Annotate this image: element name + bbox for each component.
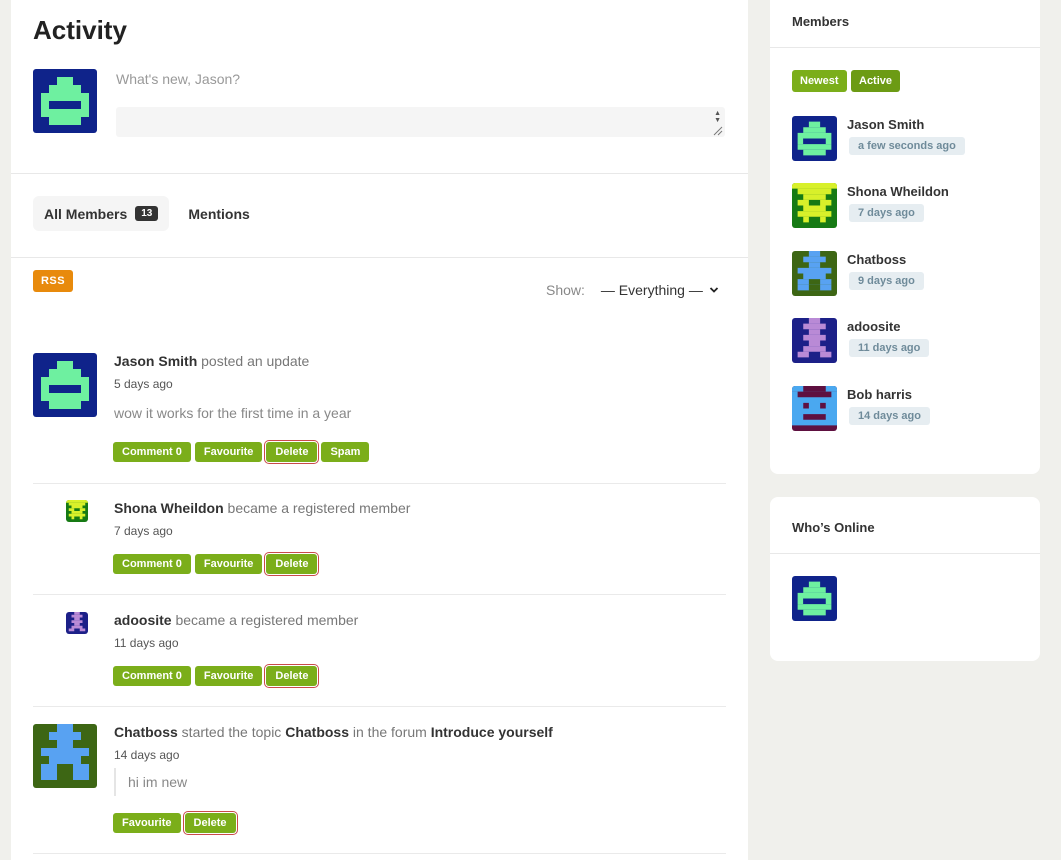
activity-separator <box>33 706 726 707</box>
section-divider <box>11 257 748 258</box>
rss-feed-link[interactable]: RSS <box>33 270 73 292</box>
show-label: Show: <box>546 282 585 298</box>
whats-new-prompt: What's new, Jason? <box>116 71 241 87</box>
activity-timestamp[interactable]: 14 days ago <box>114 748 179 762</box>
user-link[interactable]: Jason Smith <box>114 353 197 369</box>
member-list-item: Bob harris 14 days ago <box>792 386 1032 432</box>
activity-content: wow it works for the first time in a yea… <box>114 405 352 421</box>
delete-button[interactable]: Delete <box>266 554 318 574</box>
user-avatar[interactable] <box>33 724 97 788</box>
textarea-spinner-icon: ▲ ▼ <box>714 110 721 124</box>
activity-main-panel: Activity What's new, Jason? ▲ ▼ All Membe… <box>11 0 748 860</box>
user-link[interactable]: adoosite <box>114 612 172 628</box>
activity-action: became a registered member <box>171 612 359 628</box>
page-title: Activity <box>33 15 127 45</box>
whos-online-widget: Who’s Online <box>770 497 1040 661</box>
member-name[interactable]: Shona Wheildon <box>847 184 949 199</box>
favourite-button[interactable]: Favourite <box>194 666 263 686</box>
activity-timestamp[interactable]: 11 days ago <box>114 636 179 650</box>
member-list-item: adoosite 11 days ago <box>792 318 1032 364</box>
activity-buttons: Comment 0 Favourite Delete <box>113 554 318 574</box>
members-widget: Members Newest Active Jason Smith a few … <box>770 0 1040 474</box>
resize-grip-icon[interactable] <box>713 126 723 136</box>
user-link[interactable]: Chatboss <box>114 724 178 740</box>
activity-action: posted an update <box>197 353 310 369</box>
show-filter: Show: — Everything — <box>546 282 719 298</box>
member-active-time: 9 days ago <box>849 272 924 290</box>
favourite-button[interactable]: Favourite <box>194 554 263 574</box>
widget-divider <box>770 47 1040 48</box>
tab-label: All Members <box>44 205 128 222</box>
show-filter-select[interactable]: — Everything — <box>601 282 719 298</box>
activity-separator <box>33 594 726 595</box>
comment-button[interactable]: Comment 0 <box>113 666 191 686</box>
member-name[interactable]: adoosite <box>847 319 900 334</box>
activity-separator <box>33 853 726 854</box>
activity-header: adoosite became a registered member <box>114 612 358 628</box>
activity-timestamp[interactable]: 5 days ago <box>114 377 173 391</box>
activity-separator <box>33 483 726 484</box>
member-avatar[interactable] <box>792 183 837 228</box>
tab-all-members[interactable]: All Members 13 <box>33 196 170 231</box>
delete-button[interactable]: Delete <box>266 666 318 686</box>
member-active-time: 14 days ago <box>849 407 930 425</box>
delete-button[interactable]: Delete <box>266 442 318 462</box>
section-divider <box>11 173 748 174</box>
online-user-avatar[interactable] <box>792 576 837 621</box>
filter-newest-button[interactable]: Newest <box>792 70 847 92</box>
member-name[interactable]: Jason Smith <box>847 117 924 132</box>
activity-buttons: Comment 0 Favourite Delete Spam <box>113 442 370 462</box>
activity-action: started the topic <box>177 724 286 740</box>
activity-header: Chatboss started the topic Chatboss in t… <box>114 724 553 740</box>
favourite-button[interactable]: Favourite <box>113 813 181 833</box>
activity-action: in the forum <box>349 724 431 740</box>
member-avatar[interactable] <box>792 386 837 431</box>
activity-item: Chatboss started the topic Chatboss in t… <box>33 724 726 854</box>
current-user-avatar[interactable] <box>33 69 97 133</box>
member-avatar[interactable] <box>792 251 837 296</box>
user-avatar[interactable] <box>66 500 88 522</box>
member-active-time: 7 days ago <box>849 204 924 222</box>
member-avatar[interactable] <box>792 318 837 363</box>
member-name[interactable]: Chatboss <box>847 252 906 267</box>
activity-tabs: All Members 13 Mentions <box>33 196 261 231</box>
member-active-time: a few seconds ago <box>849 137 965 155</box>
member-active-time: 11 days ago <box>849 339 930 357</box>
chevron-down-icon <box>709 287 718 293</box>
activity-header: Shona Wheildon became a registered membe… <box>114 500 410 516</box>
activity-item: Shona Wheildon became a registered membe… <box>33 500 726 594</box>
member-name[interactable]: Bob harris <box>847 387 912 402</box>
user-avatar[interactable] <box>33 353 97 417</box>
activity-item: adoosite became a registered member 11 d… <box>33 612 726 706</box>
whos-online-title: Who’s Online <box>792 520 875 535</box>
spam-button[interactable]: Spam <box>321 442 370 462</box>
members-widget-title: Members <box>792 14 850 29</box>
member-count-badge: 13 <box>135 206 159 221</box>
filter-active-button[interactable]: Active <box>851 70 901 92</box>
comment-button[interactable]: Comment 0 <box>113 442 191 462</box>
delete-button[interactable]: Delete <box>184 813 236 833</box>
show-selected-value: — Everything — <box>600 282 703 298</box>
user-link[interactable]: Shona Wheildon <box>114 500 224 516</box>
activity-header: Jason Smith posted an update <box>114 353 309 369</box>
member-list-item: Chatboss 9 days ago <box>792 251 1032 297</box>
tab-label: Mentions <box>188 205 250 222</box>
activity-buttons: Comment 0 Favourite Delete <box>113 666 318 686</box>
member-list-item: Jason Smith a few seconds ago <box>792 116 1032 162</box>
activity-item: Jason Smith posted an update 5 days ago … <box>33 353 726 483</box>
user-avatar[interactable] <box>66 612 88 634</box>
activity-buttons: Favourite Delete <box>113 813 236 833</box>
post-update-textarea[interactable]: ▲ ▼ <box>116 107 725 137</box>
tab-mentions[interactable]: Mentions <box>177 196 260 231</box>
comment-button[interactable]: Comment 0 <box>113 554 191 574</box>
topic-excerpt: hi im new <box>114 768 187 796</box>
member-list-item: Shona Wheildon 7 days ago <box>792 183 1032 229</box>
activity-timestamp[interactable]: 7 days ago <box>114 524 173 538</box>
widget-divider <box>770 553 1040 554</box>
activity-action: became a registered member <box>223 500 411 516</box>
topic-link[interactable]: Chatboss <box>285 724 349 740</box>
member-avatar[interactable] <box>792 116 837 161</box>
favourite-button[interactable]: Favourite <box>194 442 263 462</box>
forum-link[interactable]: Introduce yourself <box>431 724 553 740</box>
